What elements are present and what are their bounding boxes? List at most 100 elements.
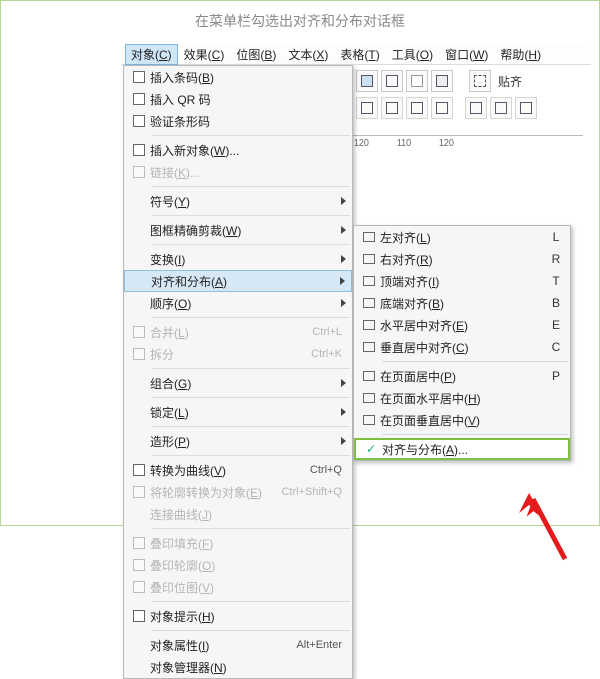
menu-item[interactable]: 对象属性(I)Alt+Enter <box>124 634 352 656</box>
menu-item-label: 造形(P) <box>150 433 337 450</box>
menu-item[interactable]: 插入 QR 码 <box>124 88 352 110</box>
insert-object-icon <box>128 144 150 156</box>
menu-item[interactable]: 顺序(O) <box>124 292 352 314</box>
align-top-icon <box>358 276 380 286</box>
menu-item-label: 对象管理器(N) <box>150 659 346 676</box>
tool-button[interactable] <box>465 97 487 119</box>
split-icon <box>128 348 150 360</box>
combine-icon <box>128 326 150 338</box>
menu-item[interactable]: 插入新对象(W)... <box>124 139 352 161</box>
menubar-item-效果[interactable]: 效果(C) <box>178 44 231 65</box>
submenu-arrow-icon <box>341 437 346 445</box>
menubar-item-工具[interactable]: 工具(O) <box>386 44 439 65</box>
center-page-icon <box>358 371 380 381</box>
submenu-hotkey: E <box>548 318 564 332</box>
tool-button[interactable] <box>406 97 428 119</box>
submenu-item[interactable]: 左对齐(L)L <box>354 226 570 248</box>
menubar-item-位图[interactable]: 位图(B) <box>230 44 282 65</box>
tool-button[interactable] <box>381 70 403 92</box>
menu-separator <box>152 601 350 602</box>
tool-button[interactable] <box>515 97 537 119</box>
outline-obj-icon <box>128 486 150 498</box>
tool-button[interactable] <box>431 97 453 119</box>
menu-shortcut: Ctrl+Q <box>310 464 346 476</box>
submenu-item-label: 垂直居中对齐(C) <box>380 339 548 356</box>
submenu-item[interactable]: 在页面居中(P)P <box>354 365 570 387</box>
hint-icon <box>128 610 150 622</box>
menu-shortcut: Ctrl+Shift+Q <box>281 486 346 498</box>
menu-item[interactable]: 变换(I) <box>124 248 352 270</box>
menu-item[interactable]: 图框精确剪裁(W) <box>124 219 352 241</box>
menu-item-label: 连接曲线(J) <box>150 506 346 523</box>
menubar: 对象(C)效果(C)位图(B)文本(X)表格(T)工具(O)窗口(W)帮助(H) <box>121 45 591 65</box>
submenu-item[interactable]: 在页面水平居中(H) <box>354 387 570 409</box>
menu-item[interactable]: 组合(G) <box>124 372 352 394</box>
menu-item-label: 图框精确剪裁(W) <box>150 222 337 239</box>
menubar-item-窗口[interactable]: 窗口(W) <box>439 44 494 65</box>
menu-separator <box>152 215 350 216</box>
menu-item[interactable]: 对齐和分布(A) <box>124 270 352 292</box>
menu-item-label: 将轮廓转换为对象(E) <box>150 484 281 501</box>
submenu-item-label: 右对齐(R) <box>380 251 548 268</box>
tool-button[interactable] <box>356 70 378 92</box>
menu-item[interactable]: 对象提示(H) <box>124 605 352 627</box>
menubar-item-文本[interactable]: 文本(X) <box>282 44 334 65</box>
submenu-item-label: 水平居中对齐(E) <box>380 317 548 334</box>
curves-icon <box>128 464 150 476</box>
center-page-v-icon <box>358 415 380 425</box>
menu-item[interactable]: 转换为曲线(V)Ctrl+Q <box>124 459 352 481</box>
menu-item[interactable]: 符号(Y) <box>124 190 352 212</box>
ruler-tick: 120 <box>438 138 453 149</box>
submenu-item[interactable]: ✓对齐与分布(A)... <box>354 438 570 460</box>
menu-shortcut: Ctrl+L <box>312 326 346 338</box>
menu-item[interactable]: 锁定(L) <box>124 401 352 423</box>
menu-item-label: 拆分 <box>150 346 311 363</box>
menu-item: 链接(K)... <box>124 161 352 183</box>
submenu-item[interactable]: 右对齐(R)R <box>354 248 570 270</box>
menu-item[interactable]: 对象管理器(N) <box>124 656 352 678</box>
menubar-item-对象[interactable]: 对象(C) <box>125 44 178 65</box>
menu-separator <box>152 135 350 136</box>
menu-item: 拆分Ctrl+K <box>124 343 352 365</box>
submenu-item-label: 底端对齐(B) <box>380 295 548 312</box>
annotation-arrow <box>515 491 575 561</box>
snap-button[interactable] <box>469 70 491 92</box>
menu-item-label: 转换为曲线(V) <box>150 462 310 479</box>
menu-item[interactable]: 验证条形码 <box>124 110 352 132</box>
menu-item-label: 插入新对象(W)... <box>150 142 346 159</box>
submenu-item[interactable]: 垂直居中对齐(C)C <box>354 336 570 358</box>
menu-shortcut: Alt+Enter <box>296 639 346 651</box>
link-icon <box>128 166 150 178</box>
menu-item-label: 合并(L) <box>150 324 312 341</box>
submenu-item[interactable]: 水平居中对齐(E)E <box>354 314 570 336</box>
menu-item[interactable]: 插入条码(B) <box>124 66 352 88</box>
menu-item: 连接曲线(J) <box>124 503 352 525</box>
align-hcenter-icon <box>358 320 380 330</box>
menu-separator <box>152 368 350 369</box>
menu-separator <box>152 397 350 398</box>
tool-button[interactable] <box>490 97 512 119</box>
check-icon: ✓ <box>360 442 382 456</box>
menu-item: 叠印轮廓(O) <box>124 554 352 576</box>
submenu-item[interactable]: 底端对齐(B)B <box>354 292 570 314</box>
align-left-icon <box>358 232 380 242</box>
submenu-item[interactable]: 顶端对齐(I)T <box>354 270 570 292</box>
tool-button[interactable] <box>406 70 428 92</box>
toolbar-row-2 <box>356 97 537 119</box>
menu-item-label: 顺序(O) <box>150 295 337 312</box>
submenu-item-label: 在页面垂直居中(V) <box>380 412 548 429</box>
submenu-arrow-icon <box>341 226 346 234</box>
tool-button[interactable] <box>381 97 403 119</box>
tool-button[interactable] <box>356 97 378 119</box>
menubar-item-帮助[interactable]: 帮助(H) <box>494 44 547 65</box>
align-vcenter-icon <box>358 342 380 352</box>
align-distribute-submenu: 左对齐(L)L右对齐(R)R顶端对齐(I)T底端对齐(B)B水平居中对齐(E)E… <box>353 225 571 461</box>
menu-item-label: 对象属性(I) <box>150 637 296 654</box>
submenu-arrow-icon <box>341 299 346 307</box>
menu-item[interactable]: 造形(P) <box>124 430 352 452</box>
submenu-item[interactable]: 在页面垂直居中(V) <box>354 409 570 431</box>
menubar-item-表格[interactable]: 表格(T) <box>334 44 385 65</box>
submenu-item-label: 在页面水平居中(H) <box>380 390 548 407</box>
tool-button[interactable] <box>431 70 453 92</box>
menu-separator <box>152 317 350 318</box>
